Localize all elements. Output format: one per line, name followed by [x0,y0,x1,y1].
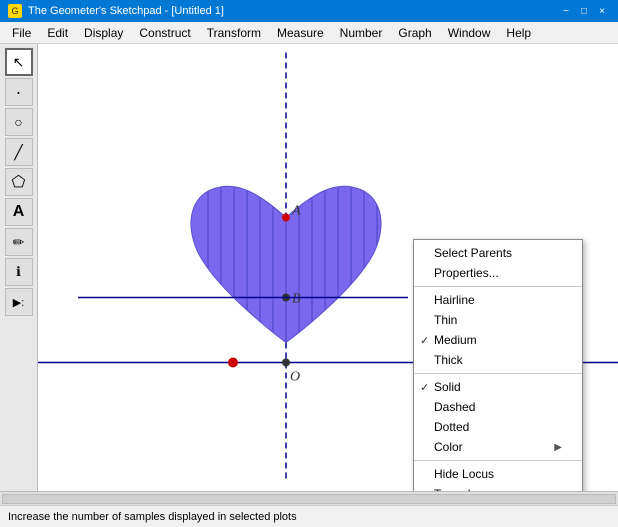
ctx-dotted[interactable]: Dotted [414,417,582,437]
svg-text:O: O [290,370,300,385]
canvas-area[interactable]: A B O Select Parents Properties... [38,44,618,491]
tool-point[interactable]: · [5,78,33,106]
ctx-color-arrow: ▶ [554,442,562,453]
svg-text:A: A [291,204,301,219]
menu-measure[interactable]: Measure [269,22,332,43]
ctx-sep-2 [414,373,582,374]
ctx-thin[interactable]: Thin [414,310,582,330]
title-bar-left: G The Geometer's Sketchpad - [Untitled 1… [8,4,224,18]
tool-pencil[interactable]: ✏ [5,228,33,256]
svg-text:B: B [292,292,301,307]
tool-line[interactable]: ╱ [5,138,33,166]
main-layout: ↖ · ○ ╱ ⬠ A ✏ ℹ ▶: [0,44,618,491]
menu-construct[interactable]: Construct [131,22,198,43]
app-icon: G [8,4,22,18]
scrollbar-track[interactable] [2,494,616,504]
minimize-button[interactable]: − [558,3,574,19]
tool-custom[interactable]: ▶: [5,288,33,316]
ctx-hide-locus[interactable]: Hide Locus [414,464,582,484]
menu-display[interactable]: Display [76,22,131,43]
title-bar-controls: − □ × [558,3,610,19]
ctx-thick[interactable]: Thick [414,350,582,370]
tool-polygon[interactable]: ⬠ [5,168,33,196]
ctx-trace-locus[interactable]: Trace Locus [414,484,582,491]
ctx-properties[interactable]: Properties... [414,263,582,283]
toolbar: ↖ · ○ ╱ ⬠ A ✏ ℹ ▶: [0,44,38,491]
menu-file[interactable]: File [4,22,39,43]
tool-compass[interactable]: ○ [5,108,33,136]
ctx-color[interactable]: Color ▶ [414,437,582,457]
tool-arrow[interactable]: ↖ [5,48,33,76]
ctx-medium[interactable]: Medium [414,330,582,350]
ctx-dashed[interactable]: Dashed [414,397,582,417]
ctx-sep-3 [414,460,582,461]
ctx-select-parents[interactable]: Select Parents [414,243,582,263]
scrollbar-bottom[interactable] [0,491,618,505]
context-menu: Select Parents Properties... Hairline Th… [413,239,583,491]
menu-window[interactable]: Window [440,22,499,43]
title-bar: G The Geometer's Sketchpad - [Untitled 1… [0,0,618,22]
ctx-hairline[interactable]: Hairline [414,290,582,310]
menu-bar: File Edit Display Construct Transform Me… [0,22,618,44]
ctx-sep-1 [414,286,582,287]
maximize-button[interactable]: □ [576,3,592,19]
menu-graph[interactable]: Graph [390,22,439,43]
menu-help[interactable]: Help [498,22,539,43]
tool-text[interactable]: A [5,198,33,226]
menu-edit[interactable]: Edit [39,22,76,43]
menu-number[interactable]: Number [332,22,391,43]
close-button[interactable]: × [594,3,610,19]
status-text: Increase the number of samples displayed… [8,511,297,523]
title-bar-text: The Geometer's Sketchpad - [Untitled 1] [28,5,224,17]
tool-info[interactable]: ℹ [5,258,33,286]
menu-transform[interactable]: Transform [199,22,269,43]
status-bar: Increase the number of samples displayed… [0,505,618,527]
ctx-solid[interactable]: Solid [414,377,582,397]
